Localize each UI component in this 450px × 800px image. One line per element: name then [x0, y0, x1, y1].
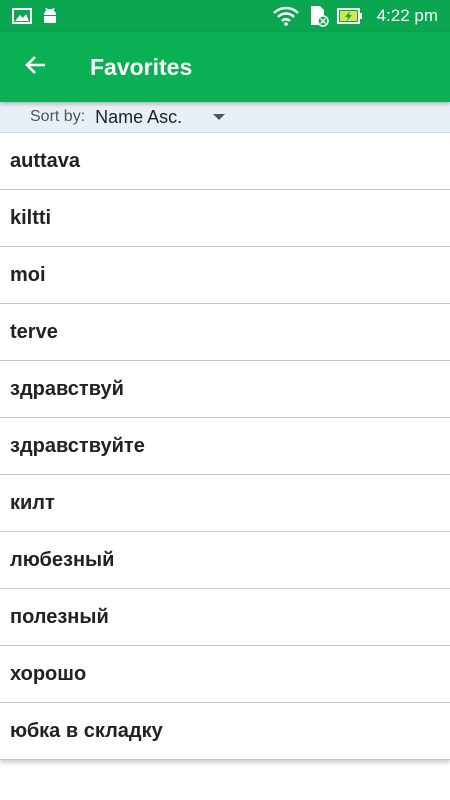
list-item[interactable]: terve — [0, 304, 450, 361]
battery-charging-icon — [336, 7, 363, 25]
sort-dropdown[interactable]: Name Asc. — [95, 102, 226, 132]
list-item-label: здравствуйте — [10, 434, 145, 457]
list-item[interactable]: любезный — [0, 532, 450, 589]
image-icon — [12, 8, 32, 24]
status-bar: 4:22 pm — [0, 0, 450, 32]
list-item-label: хорошо — [10, 662, 87, 685]
android-icon — [42, 7, 58, 25]
list-item[interactable]: юбка в складку — [0, 703, 450, 760]
sort-bar: Sort by: Name Asc. — [0, 102, 450, 133]
list-item-label: kiltti — [10, 206, 52, 229]
list-item[interactable]: полезный — [0, 589, 450, 646]
sort-label: Sort by: — [30, 108, 86, 125]
list-item-label: любезный — [10, 548, 115, 571]
arrow-left-icon — [24, 53, 48, 82]
app-bar: Favorites — [0, 32, 450, 102]
list-item[interactable]: здравствуйте — [0, 418, 450, 475]
list-item-label: здравствуй — [10, 377, 124, 400]
chevron-down-icon — [213, 114, 226, 120]
list-item-label: terve — [10, 320, 58, 343]
list-item-label: полезный — [10, 605, 109, 628]
list-item-label: auttava — [10, 149, 81, 172]
list-item[interactable]: auttava — [0, 133, 450, 190]
list-item[interactable]: kiltti — [0, 190, 450, 247]
favorites-list: auttava kiltti moi terve здравствуй здра… — [0, 133, 450, 760]
list-item-label: килт — [10, 491, 55, 514]
list-item[interactable]: килт — [0, 475, 450, 532]
list-item[interactable]: хорошо — [0, 646, 450, 703]
list-item[interactable]: здравствуй — [0, 361, 450, 418]
sd-card-icon — [307, 5, 329, 27]
status-time: 4:22 pm — [376, 6, 438, 25]
back-button[interactable] — [0, 32, 72, 102]
list-item-label: moi — [10, 263, 46, 286]
wifi-icon — [272, 6, 299, 26]
list-item[interactable]: moi — [0, 247, 450, 304]
sort-value: Name Asc. — [95, 106, 183, 127]
page-title: Favorites — [90, 53, 193, 80]
list-item-label: юбка в складку — [10, 719, 163, 742]
